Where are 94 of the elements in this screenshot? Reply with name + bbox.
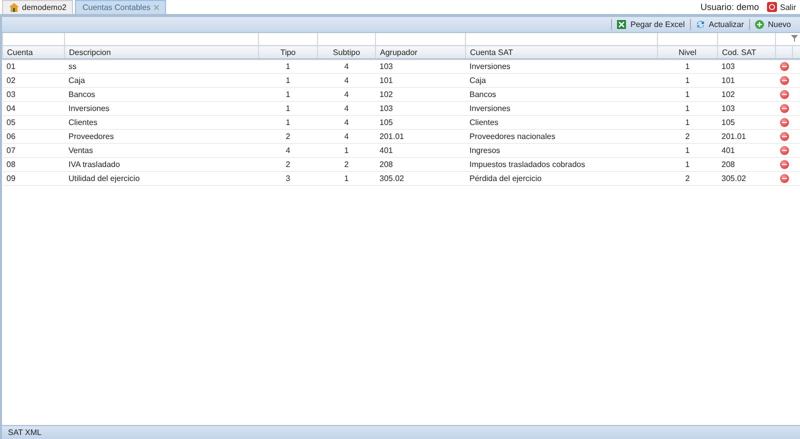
table-cell: 04 xyxy=(2,102,64,116)
table-cell: 01 xyxy=(2,59,64,74)
column-header[interactable]: Agrupador xyxy=(376,46,466,59)
table-cell: 102 xyxy=(718,88,776,102)
table-cell: 2 xyxy=(318,158,376,172)
tab[interactable]: Cuentas Contables xyxy=(75,0,166,14)
user-label: Usuario: demo xyxy=(700,2,759,12)
table-cell: 401 xyxy=(718,144,776,158)
toolbar-button[interactable]: Pegar de Excel xyxy=(611,19,690,30)
table-cell: 1 xyxy=(258,116,318,130)
tab[interactable]: demodemo2 xyxy=(2,0,74,14)
table-cell: 03 xyxy=(2,88,64,102)
table-cell: 208 xyxy=(718,158,776,172)
table-cell: 201.01 xyxy=(718,130,776,144)
table-cell: 4 xyxy=(318,102,376,116)
table-cell: 305.02 xyxy=(718,172,776,186)
table-cell: 4 xyxy=(318,116,376,130)
table-cell: 1 xyxy=(658,158,718,172)
table-cell: 1 xyxy=(658,144,718,158)
column-header[interactable]: Nivel xyxy=(658,46,718,59)
table-cell: 05 xyxy=(2,116,64,130)
table-cell: 1 xyxy=(658,59,718,74)
table-cell: Impuestos trasladados cobrados xyxy=(466,158,658,172)
table-cell: 4 xyxy=(318,88,376,102)
table-cell: 1 xyxy=(258,102,318,116)
table-cell: Ingresos xyxy=(466,144,658,158)
table-cell: 09 xyxy=(2,172,64,186)
add-icon xyxy=(754,20,764,29)
column-header[interactable]: Cod. SAT xyxy=(718,46,776,59)
table-cell: 103 xyxy=(718,59,776,74)
table-cell: 4 xyxy=(258,144,318,158)
column-header[interactable]: Descripcion xyxy=(64,46,258,59)
column-header[interactable]: Subtipo xyxy=(318,46,376,59)
table-cell: Caja xyxy=(64,74,258,88)
table-cell: Proveedores xyxy=(64,130,258,144)
table-cell: 105 xyxy=(718,116,776,130)
table-cell: Clientes xyxy=(466,116,658,130)
table-cell: 07 xyxy=(2,144,64,158)
table-cell: 103 xyxy=(718,102,776,116)
table-cell: Inversiones xyxy=(64,102,258,116)
table-cell: Utilidad del ejercicio xyxy=(64,172,258,186)
logout-link[interactable]: Salir xyxy=(766,2,796,12)
table-cell: 1 xyxy=(258,59,318,74)
close-icon[interactable] xyxy=(154,5,159,10)
table-cell: 201.01 xyxy=(376,130,466,144)
table-cell: 105 xyxy=(376,116,466,130)
table-cell: 4 xyxy=(318,59,376,74)
table-cell: Bancos xyxy=(64,88,258,102)
table-cell: 2 xyxy=(258,158,318,172)
table-cell: 208 xyxy=(376,158,466,172)
column-header[interactable]: Cuenta SAT xyxy=(466,46,658,59)
table-cell: 4 xyxy=(318,130,376,144)
table-cell: 1 xyxy=(658,116,718,130)
table-cell: 06 xyxy=(2,130,64,144)
table-cell: 102 xyxy=(376,88,466,102)
table-cell: Inversiones xyxy=(466,102,658,116)
column-header[interactable]: Tipo xyxy=(258,46,318,59)
table-cell: Inversiones xyxy=(466,59,658,74)
column-header[interactable]: Cuenta xyxy=(2,46,64,59)
table-cell: Clientes xyxy=(64,116,258,130)
table-cell: 101 xyxy=(718,74,776,88)
table-cell: 103 xyxy=(376,59,466,74)
table-cell: 2 xyxy=(258,130,318,144)
table-cell: Pérdida del ejercicio xyxy=(466,172,658,186)
table-cell: 401 xyxy=(376,144,466,158)
toolbar-button[interactable]: Actualizar xyxy=(690,19,749,30)
table-cell: 08 xyxy=(2,158,64,172)
table-cell: 1 xyxy=(658,102,718,116)
table-cell: 1 xyxy=(658,88,718,102)
table-cell: 101 xyxy=(376,74,466,88)
table-cell: 1 xyxy=(318,172,376,186)
table-cell: IVA trasladado xyxy=(64,158,258,172)
table-cell: 305.02 xyxy=(376,172,466,186)
table-cell: 4 xyxy=(318,74,376,88)
refresh-icon xyxy=(696,20,705,29)
table-cell: 1 xyxy=(258,88,318,102)
table-cell: Bancos xyxy=(466,88,658,102)
table-cell: 2 xyxy=(658,172,718,186)
toolbar-button[interactable]: Nuevo xyxy=(748,19,796,30)
table-cell: Proveedores nacionales xyxy=(466,130,658,144)
table-cell: ss xyxy=(64,59,258,74)
status-bar: SAT XML xyxy=(2,425,800,439)
table-cell: 02 xyxy=(2,74,64,88)
home-icon xyxy=(9,3,19,12)
table-cell: 1 xyxy=(258,74,318,88)
table-cell: Caja xyxy=(466,74,658,88)
table-cell: 103 xyxy=(376,102,466,116)
table-cell: 1 xyxy=(318,144,376,158)
table-cell: Ventas xyxy=(64,144,258,158)
logout-icon xyxy=(766,2,777,12)
table-cell: 2 xyxy=(658,130,718,144)
spreadsheet-icon xyxy=(617,20,626,29)
table-cell: 3 xyxy=(258,172,318,186)
table-cell: 1 xyxy=(658,74,718,88)
